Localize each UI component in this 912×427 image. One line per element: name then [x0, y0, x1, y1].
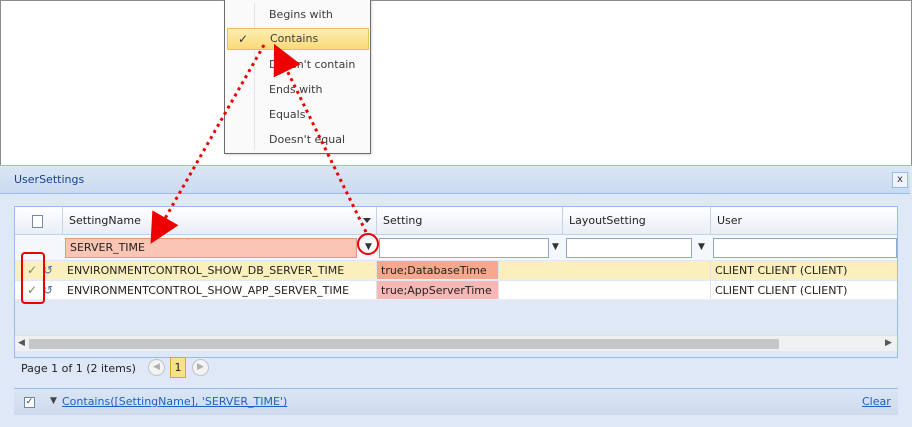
column-header-command[interactable]	[15, 207, 63, 235]
column-header-setting[interactable]: Setting	[377, 207, 563, 235]
previous-page-button[interactable]: ◀	[148, 359, 165, 376]
menu-item-doesnt-equal[interactable]: Doesn't equal	[227, 129, 369, 151]
menu-item-begins-with[interactable]: Begins with	[227, 4, 369, 26]
grid-header: SettingName Setting LayoutSetting User	[15, 207, 897, 235]
menu-item-ends-with[interactable]: Ends with	[227, 79, 369, 101]
menu-item-label: Equals	[269, 108, 306, 121]
filter-icon[interactable]: ▼	[697, 242, 706, 253]
settings-grid: SettingName Setting LayoutSetting User S…	[14, 206, 898, 358]
menu-item-label: Doesn't contain	[269, 58, 356, 71]
annotation-circle	[357, 233, 379, 255]
cell-user[interactable]: CLIENT CLIENT (CLIENT)	[711, 281, 897, 299]
setting-name-filter-input[interactable]: SERVER_TIME	[65, 238, 357, 258]
menu-item-label: Doesn't equal	[269, 133, 346, 146]
cell-user[interactable]: CLIENT CLIENT (CLIENT)	[711, 261, 897, 279]
layout-setting-filter-input[interactable]	[566, 238, 692, 258]
filter-expression-link[interactable]: Contains([SettingName], 'SERVER_TIME')	[62, 395, 287, 408]
menu-item-doesnt-contain[interactable]: Doesn't contain	[227, 54, 369, 76]
menu-item-equals[interactable]: Equals	[227, 104, 369, 126]
filter-expression-bar: ✓ ▼ Contains([SettingName], 'SERVER_TIME…	[14, 388, 898, 415]
annotation-rectangle	[21, 252, 45, 304]
close-button[interactable]: x	[892, 172, 908, 188]
menu-item-label: Begins with	[269, 8, 333, 21]
column-header-user[interactable]: User	[711, 207, 897, 235]
check-icon: ✓	[238, 32, 249, 46]
next-page-button[interactable]: ▶	[192, 359, 209, 376]
table-row[interactable]: ✓ ↺ ENVIRONMENTCONTROL_SHOW_DB_SERVER_TI…	[15, 261, 897, 280]
filter-condition-menu: Begins with ✓ Contains Doesn't contain En…	[224, 0, 371, 154]
cell-setting-name[interactable]: ENVIRONMENTCONTROL_SHOW_DB_SERVER_TIME	[63, 261, 377, 279]
setting-filter-input[interactable]	[379, 238, 549, 258]
scroll-left-icon[interactable]: ◀	[18, 338, 25, 348]
menu-item-label: Ends with	[269, 83, 323, 96]
window-header: UserSettings x	[0, 166, 910, 194]
table-row[interactable]: ✓ ↺ ENVIRONMENTCONTROL_SHOW_APP_SERVER_T…	[15, 281, 897, 300]
pager-summary: Page 1 of 1 (2 items)	[21, 362, 136, 375]
sort-descending-icon[interactable]	[363, 218, 371, 223]
column-header-setting-name[interactable]: SettingName	[63, 207, 377, 235]
cell-setting[interactable]: true;AppServerTime	[377, 281, 499, 299]
scroll-right-icon[interactable]: ▶	[885, 338, 892, 348]
cell-layout-setting[interactable]	[563, 281, 711, 299]
filter-icon: ▼	[50, 396, 57, 406]
cell-setting[interactable]: true;DatabaseTime	[377, 261, 499, 279]
column-header-layout-setting[interactable]: LayoutSetting	[563, 207, 711, 235]
cell-layout-setting[interactable]	[563, 261, 711, 279]
filter-enabled-checkbox[interactable]: ✓	[24, 397, 35, 408]
new-row-icon[interactable]	[32, 215, 43, 228]
clear-filter-link[interactable]: Clear	[862, 395, 891, 408]
filter-icon[interactable]: ▼	[551, 242, 560, 253]
page-number-button[interactable]: 1	[170, 357, 186, 378]
grid-filter-row: SERVER_TIME ▼ ▼ ▼	[15, 235, 897, 260]
scrollbar-thumb[interactable]	[29, 339, 779, 349]
horizontal-scrollbar[interactable]: ◀ ▶	[15, 335, 897, 351]
window-title: UserSettings	[14, 173, 85, 186]
user-filter-input[interactable]	[713, 238, 897, 258]
menu-item-contains[interactable]: ✓ Contains	[227, 28, 369, 50]
user-settings-window: UserSettings x SettingName Setting Layou…	[0, 165, 912, 427]
menu-item-label: Contains	[270, 32, 319, 45]
cell-setting-name[interactable]: ENVIRONMENTCONTROL_SHOW_APP_SERVER_TIME	[63, 281, 377, 299]
